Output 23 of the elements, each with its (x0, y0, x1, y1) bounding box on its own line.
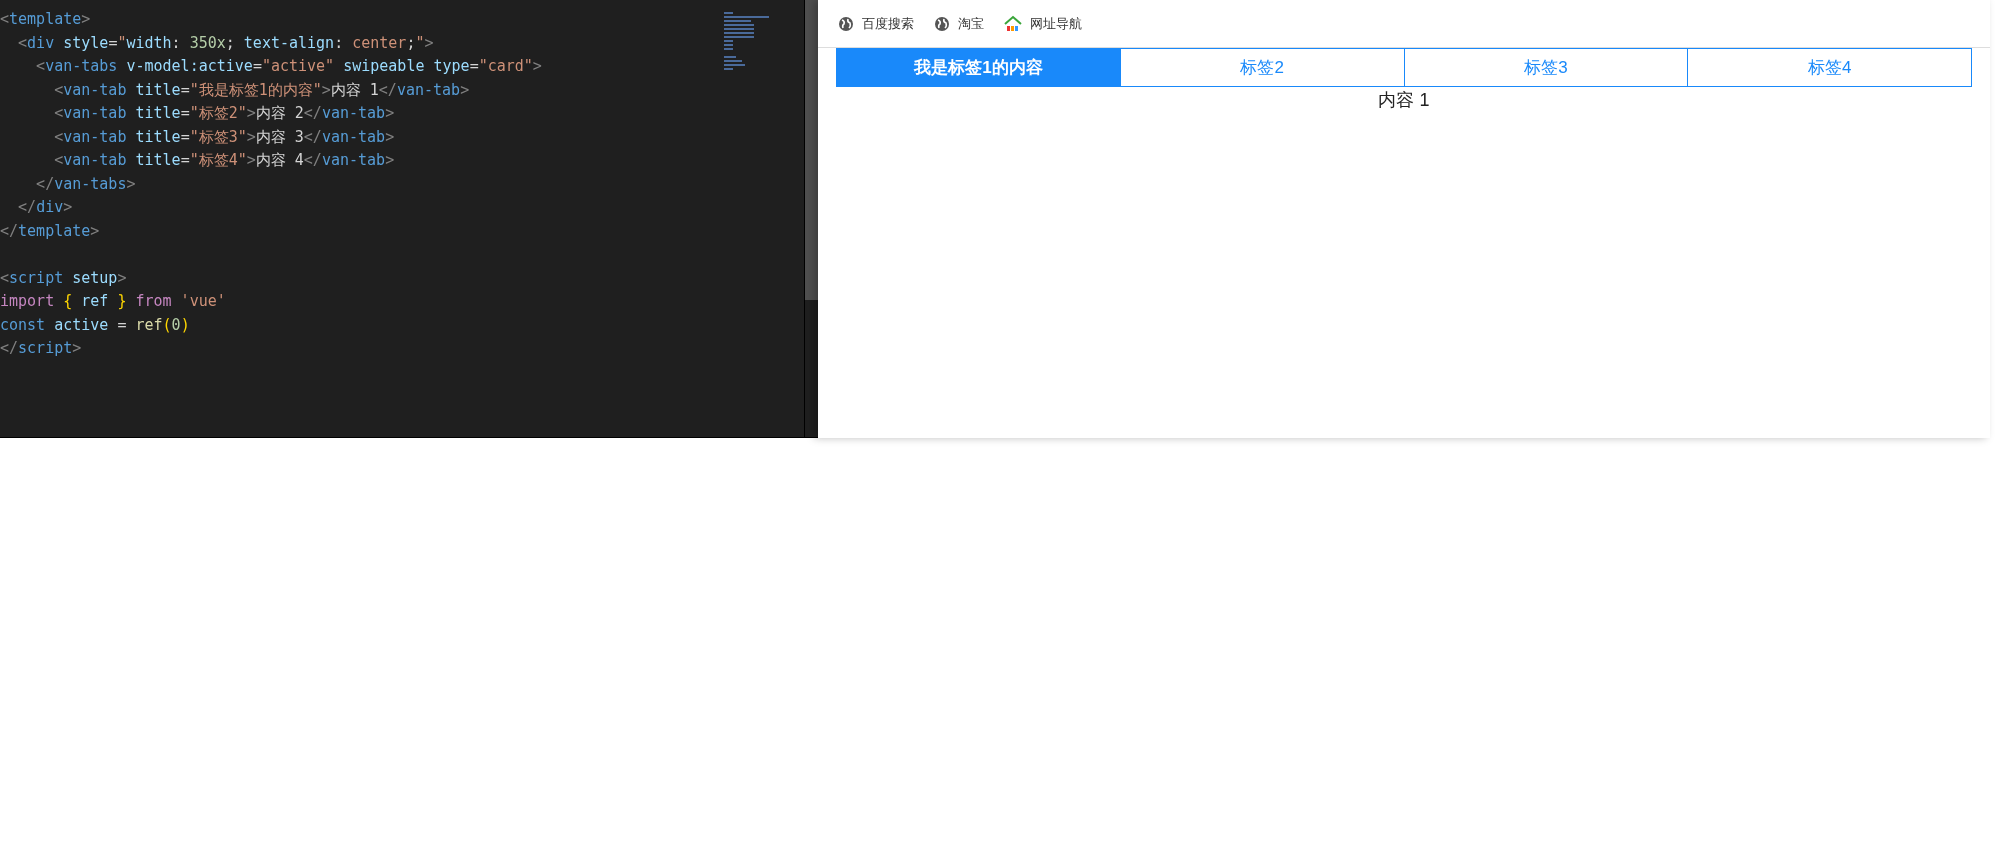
code-line: <div style="width: 350x; text-align: center;"> (17, 32, 434, 54)
code-line: <van-tabs v-model:active="active" swipeable type="card"> (35, 56, 542, 77)
tab[interactable]: 我是标签1的内容 (837, 49, 1120, 86)
bookmark-link[interactable]: 网址导航 (1004, 13, 1082, 34)
code-line: <van-tab title="标签2">内容 2</van-tab> (53, 103, 395, 124)
tab-content-text: 内容 1 (1378, 89, 1430, 112)
code-line: <template> (0, 9, 91, 30)
code-line: </script> (0, 338, 82, 359)
code-line: </van-tabs> (35, 173, 136, 195)
house-logo-icon (1004, 14, 1022, 33)
globe-icon (838, 15, 854, 32)
code-line: <van-tab title="标签3">内容 3</van-tab> (53, 126, 395, 148)
code-line: </template> (0, 220, 100, 242)
bookmark-link[interactable]: 百度搜索 (838, 13, 914, 34)
code-line: <van-tab title="标签4">内容 4</van-tab> (53, 150, 395, 171)
code-line: <script setup> (0, 267, 127, 289)
globe-icon (934, 15, 950, 32)
code-line: </div> (17, 197, 73, 218)
code-line: import { ref } from 'vue' (0, 291, 226, 312)
scrollbar-thumb[interactable] (805, 0, 818, 300)
code-line: const active = ref(0) (0, 314, 190, 336)
code-line: <van-tab title="我是标签1的内容">内容 1</van-tab> (53, 79, 470, 101)
bookmark-link[interactable]: 淘宝 (934, 13, 984, 34)
